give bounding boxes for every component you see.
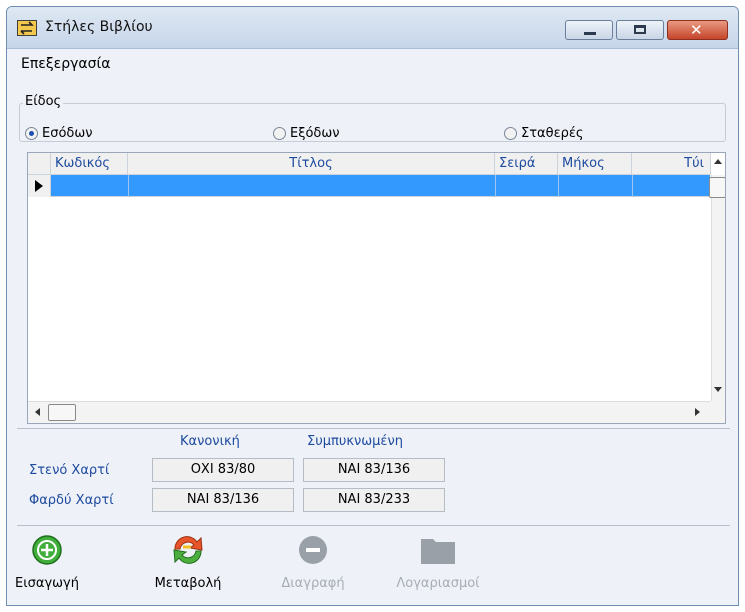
column-header-length[interactable]: Μήκος [558,153,632,175]
narrow-paper-label: Στενό Χαρτί [29,463,110,478]
accounts-label: Λογαριασμοί [396,576,480,591]
scroll-down-arrow-icon[interactable] [714,387,722,392]
type-group-box [19,103,726,142]
horizontal-scrollbar[interactable] [28,401,710,423]
current-row-arrow-icon [35,180,43,192]
paper-col-normal: Κανονική [180,434,240,449]
refresh-arrows-icon [173,536,203,564]
insert-label: Εισαγωγή [15,576,79,591]
accounts-button[interactable]: Λογαριασμοί [384,533,492,593]
window-title: Στήλες Βιβλίου [45,19,153,35]
menu-edit[interactable]: Επεξεργασία [21,56,110,72]
scroll-right-arrow-icon[interactable] [695,408,700,416]
column-header-order[interactable]: Σειρά [495,153,558,175]
wide-normal-value: ΝΑΙ 83/136 [152,488,294,512]
cell-separator [558,175,559,197]
table-row-selected[interactable] [28,175,710,197]
cell-separator [495,175,496,197]
radio-income-dot[interactable] [25,127,38,140]
radio-income-label: Εσόδων [42,126,93,141]
narrow-normal-value: ΟΧΙ 83/80 [152,458,294,482]
delete-label: Διαγραφή [281,576,345,591]
scrollbar-corner [710,401,725,423]
type-group-legend: Είδος [23,94,64,109]
columns-grid[interactable]: Κωδικός Τίτλος Σειρά Μήκος Τύι [27,152,726,424]
modify-button[interactable]: Μεταβολή [152,533,224,593]
app-arrows-icon [17,20,37,36]
radio-constants-label: Σταθερές [521,126,584,141]
radio-expenses-dot[interactable] [273,127,286,140]
modify-label: Μεταβολή [154,576,222,591]
narrow-compressed-value: ΝΑΙ 83/136 [303,458,445,482]
close-button[interactable]: ✕ [667,20,728,40]
minimize-button[interactable] [565,20,613,40]
scroll-left-arrow-icon[interactable] [35,408,40,416]
radio-expenses-label: Εξόδων [290,126,340,141]
maximize-icon [634,25,646,34]
column-header-title[interactable]: Τίτλος [128,153,495,175]
column-header-code[interactable]: Κωδικός [51,153,128,175]
maximize-button[interactable] [616,20,664,40]
divider [17,525,730,526]
radio-constants-dot[interactable] [504,127,517,140]
divider [17,428,730,429]
close-icon: ✕ [690,21,703,39]
insert-button[interactable]: Εισαγωγή [11,533,83,593]
column-header-type[interactable]: Τύι [632,153,711,175]
paper-col-compressed: Συμπυκνωμένη [307,434,403,449]
title-bar[interactable]: Στήλες Βιβλίου ✕ [7,7,738,49]
vertical-scroll-thumb[interactable] [709,177,725,198]
row-indicator[interactable] [28,175,51,197]
remove-minus-icon [299,536,327,564]
add-plus-icon [32,535,62,565]
folder-icon [421,539,455,564]
minimize-icon [584,32,596,35]
cell-separator [632,175,633,197]
horizontal-scroll-thumb[interactable] [48,404,76,421]
scroll-up-arrow-icon[interactable] [714,159,722,164]
wide-paper-label: Φαρδύ Χαρτί [29,493,114,508]
row-header-corner [28,153,51,175]
delete-button[interactable]: Διαγραφή [275,533,351,593]
vertical-scrollbar[interactable] [711,175,725,401]
wide-compressed-value: ΝΑΙ 83/233 [303,488,445,512]
cell-separator [128,175,129,197]
dialog-window: Στήλες Βιβλίου ✕ Επεξεργασία Είδος Εσόδω… [6,6,739,606]
